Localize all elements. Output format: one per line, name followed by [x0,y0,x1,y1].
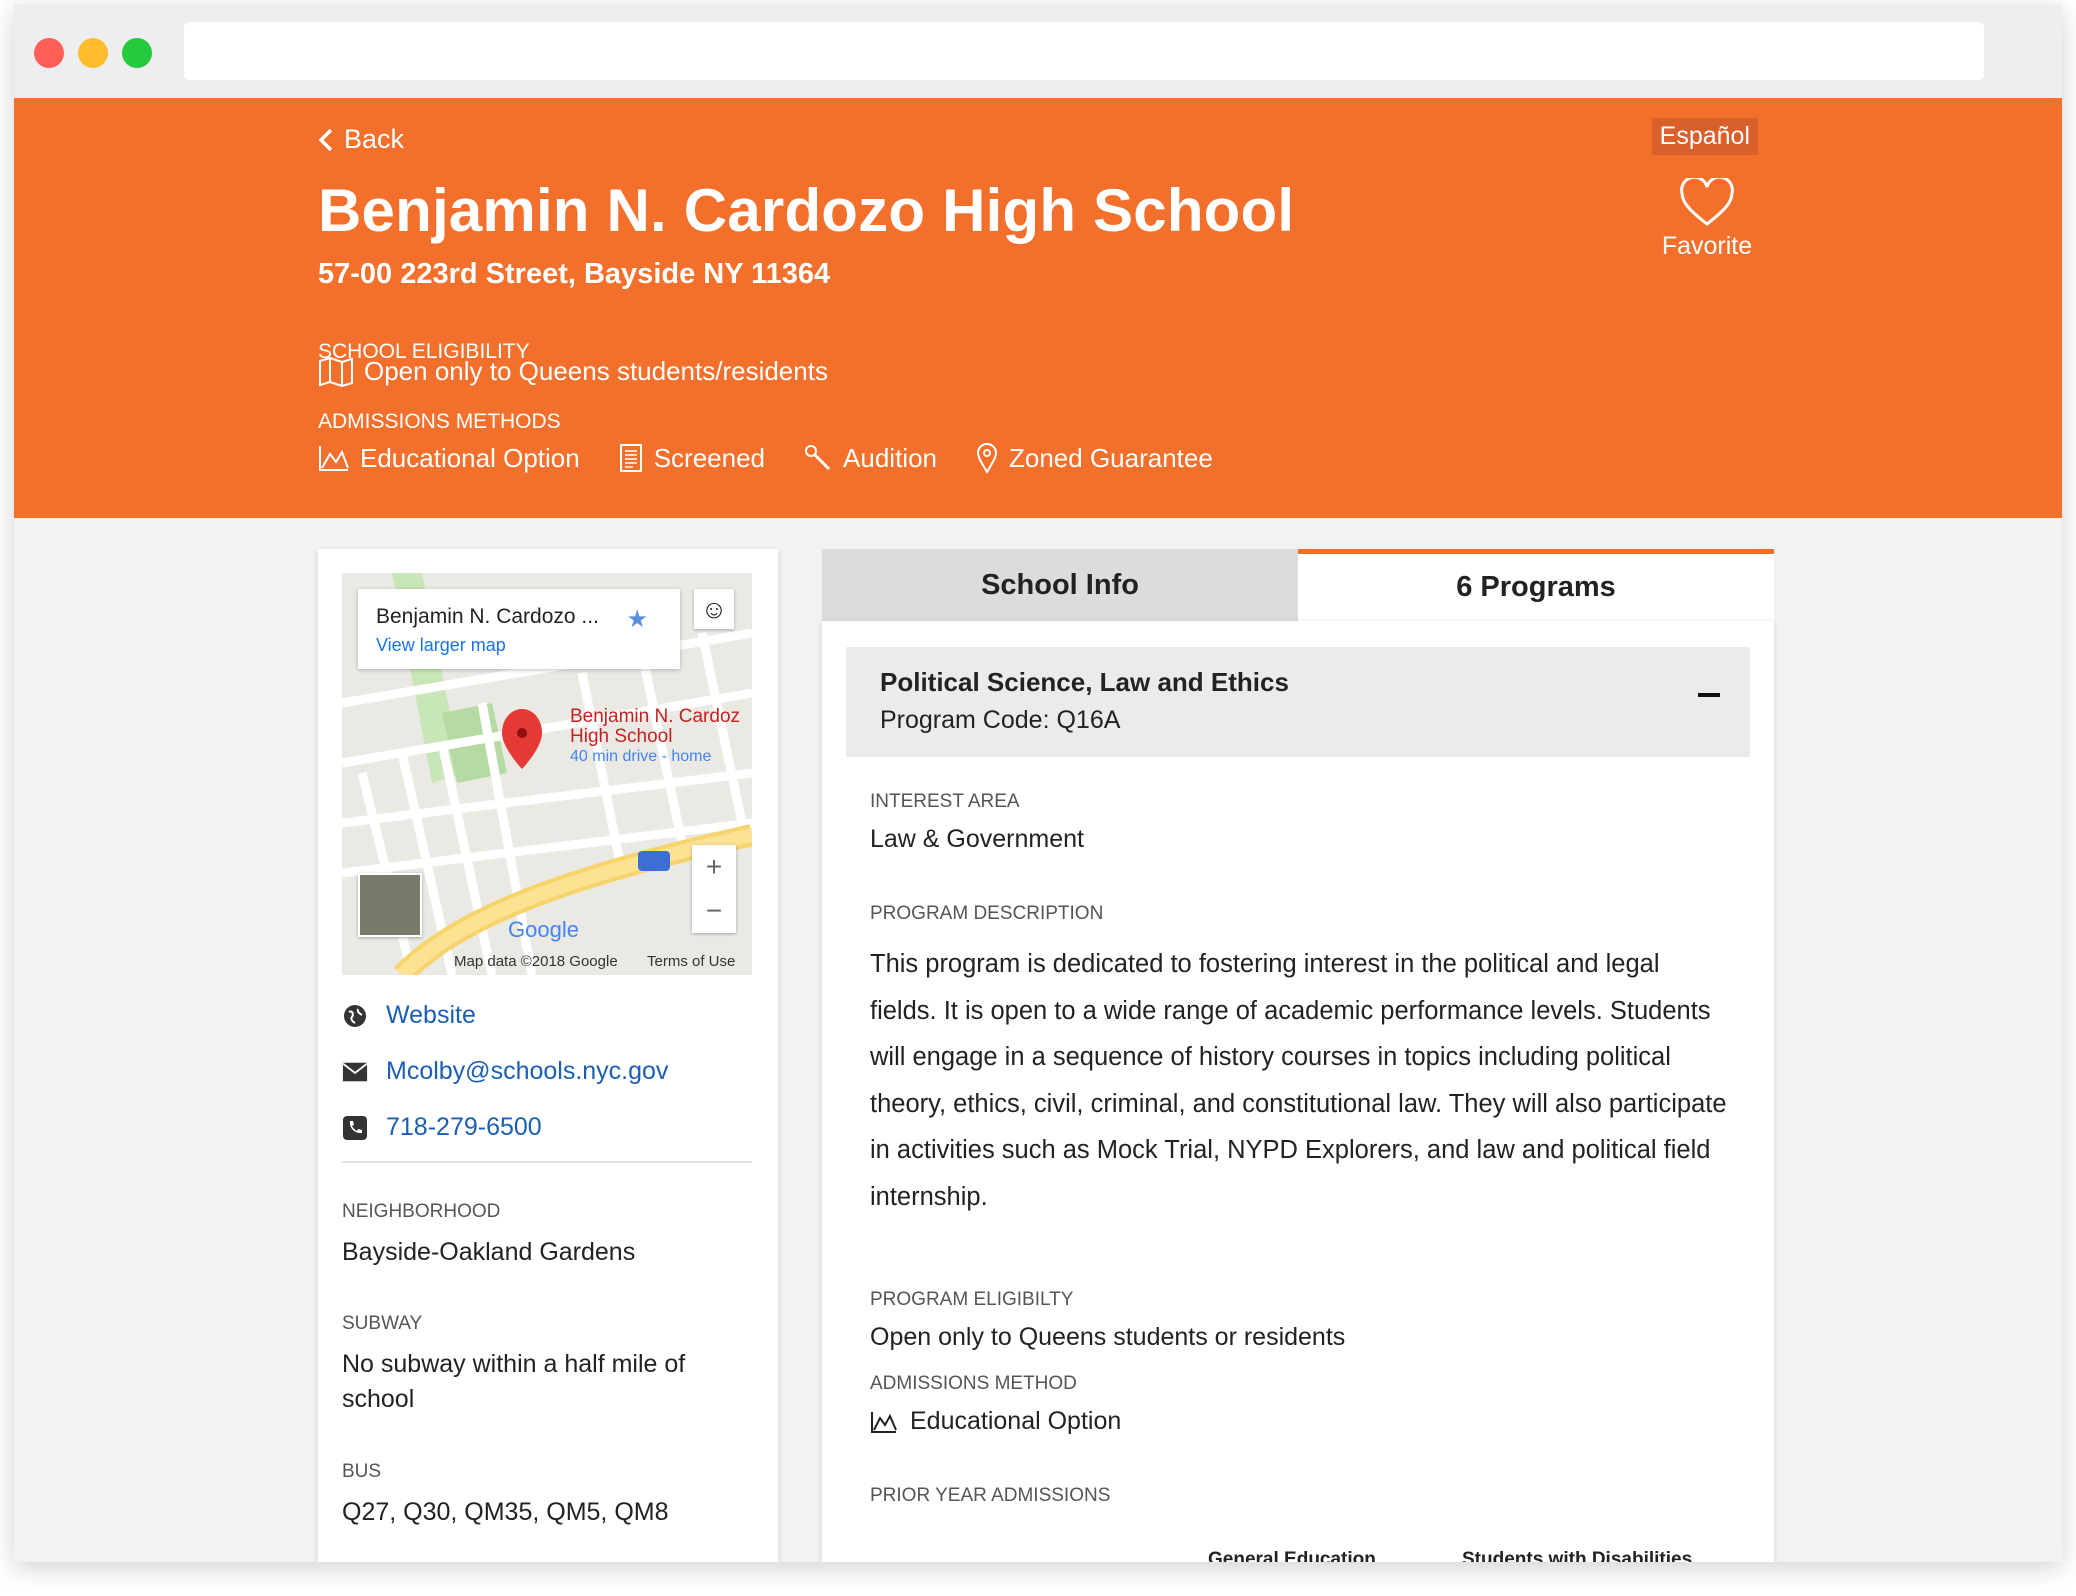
chart-line-icon [871,1411,897,1433]
address-bar[interactable] [184,22,1984,80]
phone-label: 718-279-6500 [386,1113,542,1141]
browser-titlebar [14,4,2062,98]
map-zoom-controls: + − [692,845,736,933]
method-audition: Audition [803,442,937,474]
school-header: Back Benjamin N. Cardozo High School 57-… [14,98,2062,518]
website-label: Website [386,1001,476,1029]
admissions-method-row: Educational Option [870,1407,1121,1436]
maximize-window-button[interactable] [122,38,152,68]
map-icon [319,356,353,387]
collapse-icon[interactable] [1698,693,1720,697]
chevron-left-icon [318,128,333,151]
eligibility-row: Open only to Queens students/residents [318,356,828,387]
document-icon [619,444,642,472]
admissions-method-label: ADMISSIONS METHOD [870,1373,1077,1394]
tab-school-info[interactable]: School Info [822,549,1298,621]
star-icon[interactable]: ★ [626,605,648,634]
subway-label: SUBWAY [342,1313,423,1334]
program-code: Program Code: Q16A [880,706,1121,734]
interest-area-value: Law & Government [870,825,1084,853]
method-label: Educational Option [360,442,580,473]
admissions-methods-label: ADMISSIONS METHODS [318,410,561,433]
students-with-disabilities-column-header: Students with Disabilities [1462,1549,1693,1562]
program-description: This program is dedicated to fostering i… [870,950,1727,1211]
school-contact-card: Benjamin N. Cardozo ... View larger map … [318,549,778,1562]
globe-icon [342,1003,368,1029]
back-link[interactable]: Back [318,124,404,155]
website-link[interactable]: Website [342,1001,476,1030]
bus-value: Q27, Q30, QM35, QM5, QM8 [342,1498,669,1526]
zoom-out-button[interactable]: − [692,889,736,933]
zoom-in-button[interactable]: + [692,845,736,889]
program-description-label: PROGRAM DESCRIPTION [870,903,1104,924]
neighborhood-label: NEIGHBORHOOD [342,1201,501,1222]
method-label: Zoned Guarantee [1009,442,1213,473]
program-accordion-header[interactable]: Political Science, Law and Ethics Progra… [846,647,1750,757]
map-pin-icon [976,443,998,474]
bus-label: BUS [342,1461,382,1482]
favorite-button[interactable]: Favorite [1652,178,1762,261]
general-education-column-header: General Education [1208,1549,1376,1562]
program-eligibility-value: Open only to Queens students or resident… [870,1323,1346,1351]
favorite-label: Favorite [1661,232,1753,260]
phone-icon [342,1115,368,1141]
method-zoned-guarantee: Zoned Guarantee [975,442,1213,474]
map-attribution: Map data ©2018 Google [454,953,618,970]
program-eligibility-label: PROGRAM ELIGIBILTY [870,1289,1074,1310]
admissions-method-value: Educational Option [910,1407,1122,1435]
method-label: Audition [843,442,937,473]
map-terms-link[interactable]: Terms of Use [647,953,735,970]
email-label: Mcolby@schools.nyc.gov [386,1057,669,1085]
drive-time: 40 min drive - home [570,748,712,765]
avatar[interactable]: ☺ [694,589,734,629]
tab-programs[interactable]: 6 Programs [1298,549,1774,621]
interest-area-label: INTEREST AREA [870,791,1020,812]
minimize-window-button[interactable] [78,38,108,68]
method-educational-option: Educational Option [318,442,580,474]
divider [342,1161,752,1163]
map-info-popup: Benjamin N. Cardozo ... View larger map … [358,589,680,669]
chart-line-icon [319,446,349,471]
view-larger-map-link[interactable]: View larger map [376,635,662,656]
method-screened: Screened [618,442,765,474]
page-title: Benjamin N. Cardozo High School [318,177,1295,244]
close-window-button[interactable] [34,38,64,68]
method-label: Screened [653,442,766,473]
location-map[interactable]: Benjamin N. Cardozo ... View larger map … [342,573,752,975]
back-label: Back [344,124,405,154]
google-logo: Google [508,917,579,942]
satellite-toggle-button[interactable] [358,873,422,937]
program-panel: Political Science, Law and Ethics Progra… [822,621,1774,1562]
envelope-icon [342,1059,368,1085]
school-address: 57-00 223rd Street, Bayside NY 11364 [318,258,831,290]
neighborhood-value: Bayside-Oakland Gardens [342,1238,636,1266]
email-link[interactable]: Mcolby@schools.nyc.gov [342,1057,668,1086]
map-pin-label: Benjamin N. Cardoz High School 40 min dr… [570,706,741,766]
program-name: Political Science, Law and Ethics [880,667,1289,697]
browser-window: Back Benjamin N. Cardozo High School 57-… [14,4,2062,1562]
eligibility-text: Open only to Queens students/residents [364,356,828,386]
subway-value: No subway within a half mile of school [342,1350,686,1413]
programs-section: School Info 6 Programs Political Science… [822,549,1774,1562]
heart-icon [1680,178,1734,226]
language-toggle-button[interactable]: Español [1651,118,1758,155]
admissions-methods-list: Educational Option Screened Audition Zon… [318,442,1213,474]
phone-link[interactable]: 718-279-6500 [342,1113,542,1142]
microphone-icon [805,445,831,471]
prior-year-admissions-label: PRIOR YEAR ADMISSIONS [870,1485,1111,1506]
map-popup-title: Benjamin N. Cardozo ... [376,605,599,628]
